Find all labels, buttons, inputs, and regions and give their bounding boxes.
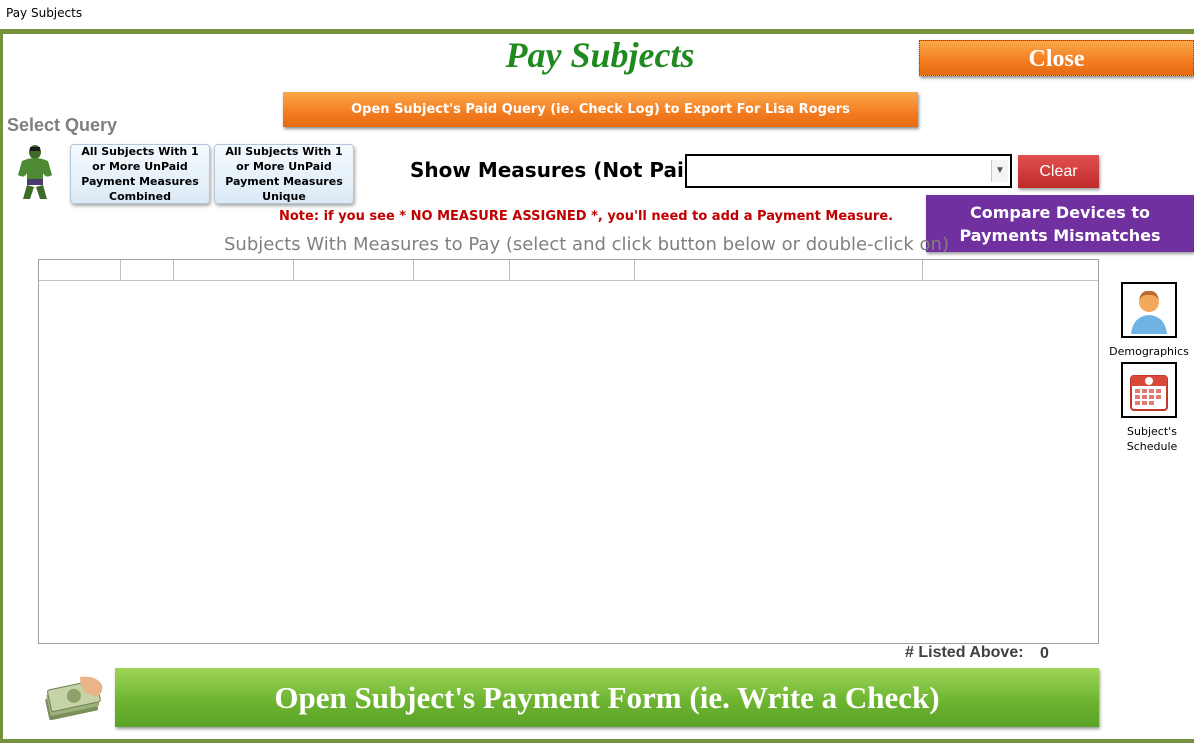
window-title: Pay Subjects bbox=[6, 6, 83, 20]
measure-note: Note: if you see * NO MEASURE ASSIGNED *… bbox=[279, 209, 894, 224]
query-combined-button[interactable]: All Subjects With 1 or More UnPaid Payme… bbox=[70, 144, 210, 204]
window-titlebar: Pay Subjects bbox=[0, 0, 1194, 29]
listed-count-label: # Listed Above: bbox=[905, 644, 1024, 661]
column-separator bbox=[634, 260, 635, 280]
money-icon bbox=[45, 676, 103, 721]
column-separator bbox=[293, 260, 294, 280]
column-separator bbox=[413, 260, 414, 280]
column-separator bbox=[922, 260, 923, 280]
subjects-list[interactable] bbox=[38, 259, 1099, 644]
person-icon bbox=[1131, 290, 1167, 334]
list-header bbox=[39, 260, 1098, 281]
column-separator bbox=[120, 260, 121, 280]
subject-schedule-label: Subject's Schedule bbox=[1126, 425, 1178, 453]
frame-bottom-border bbox=[0, 739, 1194, 743]
calendar-icon bbox=[1130, 375, 1168, 411]
listed-count-value: 0 bbox=[1040, 645, 1049, 662]
frame-left-border bbox=[0, 29, 3, 743]
close-button[interactable]: Close bbox=[919, 40, 1194, 76]
compare-devices-button[interactable]: Compare Devices to Payments Mismatches bbox=[926, 195, 1194, 252]
demographics-button[interactable] bbox=[1121, 282, 1177, 338]
show-measures-label: Show Measures (Not Paid): bbox=[410, 158, 716, 182]
chevron-down-icon[interactable]: ▼ bbox=[991, 160, 1008, 182]
export-paid-query-button[interactable]: Open Subject's Paid Query (ie. Check Log… bbox=[283, 92, 918, 127]
column-separator bbox=[509, 260, 510, 280]
query-unique-button[interactable]: All Subjects With 1 or More UnPaid Payme… bbox=[214, 144, 354, 204]
hulk-icon bbox=[18, 145, 52, 199]
page-title: Pay Subjects bbox=[505, 35, 695, 75]
column-separator bbox=[173, 260, 174, 280]
measures-dropdown[interactable]: ▼ bbox=[685, 154, 1012, 188]
open-payment-form-button[interactable]: Open Subject's Payment Form (ie. Write a… bbox=[115, 668, 1099, 727]
clear-button[interactable]: Clear bbox=[1018, 155, 1099, 188]
subject-schedule-button[interactable] bbox=[1121, 362, 1177, 418]
select-query-label: Select Query bbox=[7, 115, 118, 135]
list-title: Subjects With Measures to Pay (select an… bbox=[224, 234, 949, 255]
demographics-label: Demographics bbox=[1109, 345, 1189, 358]
